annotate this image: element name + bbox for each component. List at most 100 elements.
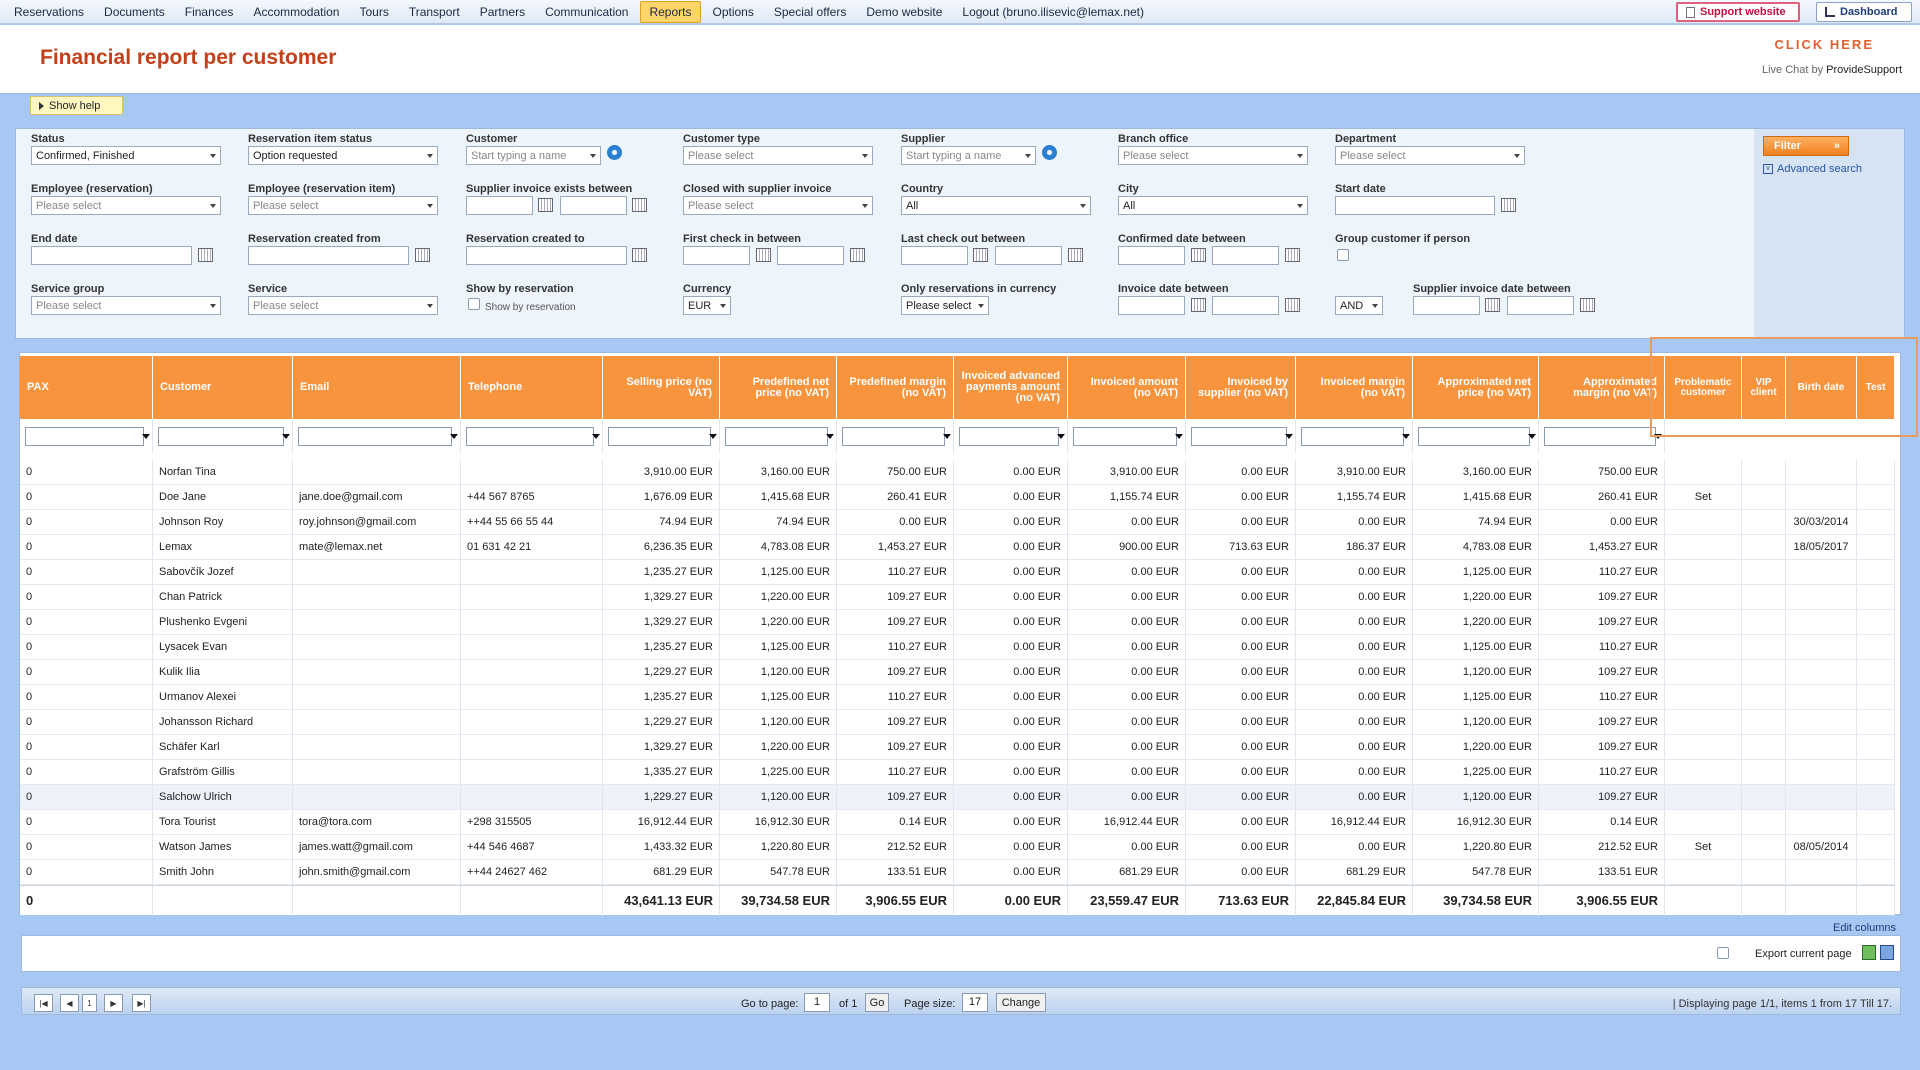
country-select[interactable]: All bbox=[901, 196, 1091, 215]
filter-dropdown-icon[interactable] bbox=[282, 434, 290, 439]
nav-item-partners[interactable]: Partners bbox=[472, 2, 533, 22]
page-size-input[interactable]: 17 bbox=[962, 993, 988, 1012]
nav-item-special-offers[interactable]: Special offers bbox=[766, 2, 855, 22]
go-to-page-input[interactable]: 1 bbox=[804, 993, 830, 1012]
column-header-selling-price-no-vat[interactable]: Selling price (no VAT) bbox=[603, 356, 720, 419]
table-row[interactable]: 0 Lysacek Evan 1,235.27 EUR 1,125.00 EUR 110… bbox=[20, 635, 1895, 660]
calendar-icon[interactable] bbox=[1191, 298, 1206, 312]
change-page-size-button[interactable]: Change bbox=[996, 993, 1046, 1012]
service-select[interactable]: Please select bbox=[248, 296, 438, 315]
calendar-icon[interactable] bbox=[632, 198, 647, 212]
table-row[interactable]: 0 Doe Jane jane.doe@gmail.com +44 567 8765 1… bbox=[20, 485, 1895, 510]
table-row[interactable]: 0 Smith John john.smith@gmail.com ++44 2462… bbox=[20, 860, 1895, 885]
first-page-button[interactable]: |◀ bbox=[34, 994, 53, 1012]
table-row[interactable]: 0 Sabovčík Jozef 1,235.27 EUR 1,125.00 EUR 1… bbox=[20, 560, 1895, 585]
column-filter-input[interactable] bbox=[1418, 427, 1530, 446]
calendar-icon[interactable] bbox=[198, 248, 213, 262]
nav-item-demo-website[interactable]: Demo website bbox=[858, 2, 950, 22]
calendar-icon[interactable] bbox=[1285, 298, 1300, 312]
city-select[interactable]: All bbox=[1118, 196, 1308, 215]
calendar-icon[interactable] bbox=[415, 248, 430, 262]
nav-item-transport[interactable]: Transport bbox=[401, 2, 468, 22]
table-row[interactable]: 0 Grafström Gillis 1,335.27 EUR 1,225.00 EU… bbox=[20, 760, 1895, 785]
confirmed-date-from-input[interactable] bbox=[1118, 246, 1185, 265]
table-row[interactable]: 0 Johansson Richard 1,229.27 EUR 1,120.00 E… bbox=[20, 710, 1895, 735]
column-header-invoiced-advanced-payments-amount-no-vat[interactable]: Invoiced advanced payments amount (no VA… bbox=[954, 356, 1068, 419]
first-check-in-to-input[interactable] bbox=[777, 246, 844, 265]
column-header-invoiced-amount-no-vat[interactable]: Invoiced amount (no VAT) bbox=[1068, 356, 1186, 419]
employee-reservation-select[interactable]: Please select bbox=[31, 196, 221, 215]
invoice-date-to-input[interactable] bbox=[1212, 296, 1279, 315]
column-header-approximated-net-price-no-vat[interactable]: Approximated net price (no VAT) bbox=[1413, 356, 1539, 419]
live-chat-link[interactable]: CLICK HERE bbox=[1775, 37, 1874, 52]
column-filter-input[interactable] bbox=[608, 427, 711, 446]
show-by-reservation-checkbox[interactable] bbox=[468, 298, 480, 310]
closed-with-supplier-invoice-select[interactable]: Please select bbox=[683, 196, 873, 215]
edit-columns-link[interactable]: Edit columns bbox=[1833, 922, 1896, 934]
calendar-icon[interactable] bbox=[756, 248, 771, 262]
gear-icon[interactable] bbox=[1042, 145, 1057, 160]
filter-dropdown-icon[interactable] bbox=[709, 434, 717, 439]
page-number-button[interactable]: 1 bbox=[82, 994, 97, 1012]
table-row[interactable]: 0 Schäfer Karl 1,329.27 EUR 1,220.00 EUR 109… bbox=[20, 735, 1895, 760]
table-row[interactable]: 0 Chan Patrick 1,329.27 EUR 1,220.00 EUR 109… bbox=[20, 585, 1895, 610]
status-select[interactable]: Confirmed, Finished bbox=[31, 146, 221, 165]
currency-select[interactable]: EUR bbox=[683, 296, 731, 315]
filter-dropdown-icon[interactable] bbox=[1057, 434, 1065, 439]
calendar-icon[interactable] bbox=[1501, 198, 1516, 212]
filter-dropdown-icon[interactable] bbox=[450, 434, 458, 439]
table-row[interactable]: 0 Lemax mate@lemax.net 01 631 42 21 6,236.35… bbox=[20, 535, 1895, 560]
column-filter-input[interactable] bbox=[725, 427, 828, 446]
supplier-invoice-to-input[interactable] bbox=[560, 196, 627, 215]
filter-dropdown-icon[interactable] bbox=[1175, 434, 1183, 439]
column-header-invoiced-by-supplier-no-vat[interactable]: Invoiced by supplier (no VAT) bbox=[1186, 356, 1296, 419]
service-group-select[interactable]: Please select bbox=[31, 296, 221, 315]
prev-page-button[interactable]: ◀ bbox=[60, 994, 79, 1012]
end-date-input[interactable] bbox=[31, 246, 192, 265]
nav-item-communication[interactable]: Communication bbox=[537, 2, 636, 22]
column-header-telephone[interactable]: Telephone bbox=[461, 356, 603, 419]
nav-item-documents[interactable]: Documents bbox=[96, 2, 173, 22]
table-row[interactable]: 0 Urmanov Alexei 1,235.27 EUR 1,125.00 EUR 1… bbox=[20, 685, 1895, 710]
filter-dropdown-icon[interactable] bbox=[1285, 434, 1293, 439]
customer-type-select[interactable]: Please select bbox=[683, 146, 873, 165]
table-row[interactable]: 0 Salchow Ulrich 1,229.27 EUR 1,120.00 EUR 1… bbox=[20, 785, 1895, 810]
reservation-item-status-select[interactable]: Option requested bbox=[248, 146, 438, 165]
only-reservations-currency-select[interactable]: Please select bbox=[901, 296, 989, 315]
column-filter-input[interactable] bbox=[466, 427, 594, 446]
column-filter-input[interactable] bbox=[842, 427, 945, 446]
column-header-email[interactable]: Email bbox=[293, 356, 461, 419]
nav-item-tours[interactable]: Tours bbox=[351, 2, 396, 22]
calendar-icon[interactable] bbox=[973, 248, 988, 262]
supplier-invoice-date-from-input[interactable] bbox=[1413, 296, 1480, 315]
table-row[interactable]: 0 Plushenko Evgeni 1,329.27 EUR 1,220.00 EU… bbox=[20, 610, 1895, 635]
customer-input[interactable]: Start typing a name bbox=[466, 146, 601, 165]
nav-item-finances[interactable]: Finances bbox=[177, 2, 242, 22]
supplier-invoice-date-to-input[interactable] bbox=[1507, 296, 1574, 315]
column-header-approximated-margin-no-vat[interactable]: Approximated margin (no VAT) bbox=[1539, 356, 1665, 419]
group-customer-checkbox[interactable] bbox=[1337, 249, 1349, 261]
column-filter-input[interactable] bbox=[1073, 427, 1177, 446]
last-page-button[interactable]: ▶| bbox=[132, 994, 151, 1012]
go-button[interactable]: Go bbox=[865, 993, 889, 1012]
first-check-in-from-input[interactable] bbox=[683, 246, 750, 265]
nav-item-reports[interactable]: Reports bbox=[640, 0, 701, 23]
table-row[interactable]: 0 Kulik Ilia 1,229.27 EUR 1,120.00 EUR 109.2… bbox=[20, 660, 1895, 685]
calendar-icon[interactable] bbox=[1285, 248, 1300, 262]
nav-item-logout-bruno-ilisevic-lemax-net[interactable]: Logout (bruno.ilisevic@lemax.net) bbox=[954, 2, 1152, 22]
column-filter-input[interactable] bbox=[158, 427, 284, 446]
start-date-input[interactable] bbox=[1335, 196, 1495, 215]
column-filter-input[interactable] bbox=[1544, 427, 1656, 446]
column-header-invoiced-margin-no-vat[interactable]: Invoiced margin (no VAT) bbox=[1296, 356, 1413, 419]
logic-operator-select[interactable]: AND bbox=[1335, 296, 1383, 315]
calendar-icon[interactable] bbox=[538, 198, 553, 212]
table-row[interactable]: 0 Johnson Roy roy.johnson@gmail.com ++44 55… bbox=[20, 510, 1895, 535]
table-row[interactable]: 0 Watson James james.watt@gmail.com +44 546… bbox=[20, 835, 1895, 860]
column-filter-input[interactable] bbox=[959, 427, 1059, 446]
gear-icon[interactable] bbox=[607, 145, 622, 160]
branch-office-select[interactable]: Please select bbox=[1118, 146, 1308, 165]
nav-item-options[interactable]: Options bbox=[705, 2, 762, 22]
confirmed-date-to-input[interactable] bbox=[1212, 246, 1279, 265]
column-header-predefined-margin-no-vat[interactable]: Predefined margin (no VAT) bbox=[837, 356, 954, 419]
column-header-customer[interactable]: Customer bbox=[153, 356, 293, 419]
